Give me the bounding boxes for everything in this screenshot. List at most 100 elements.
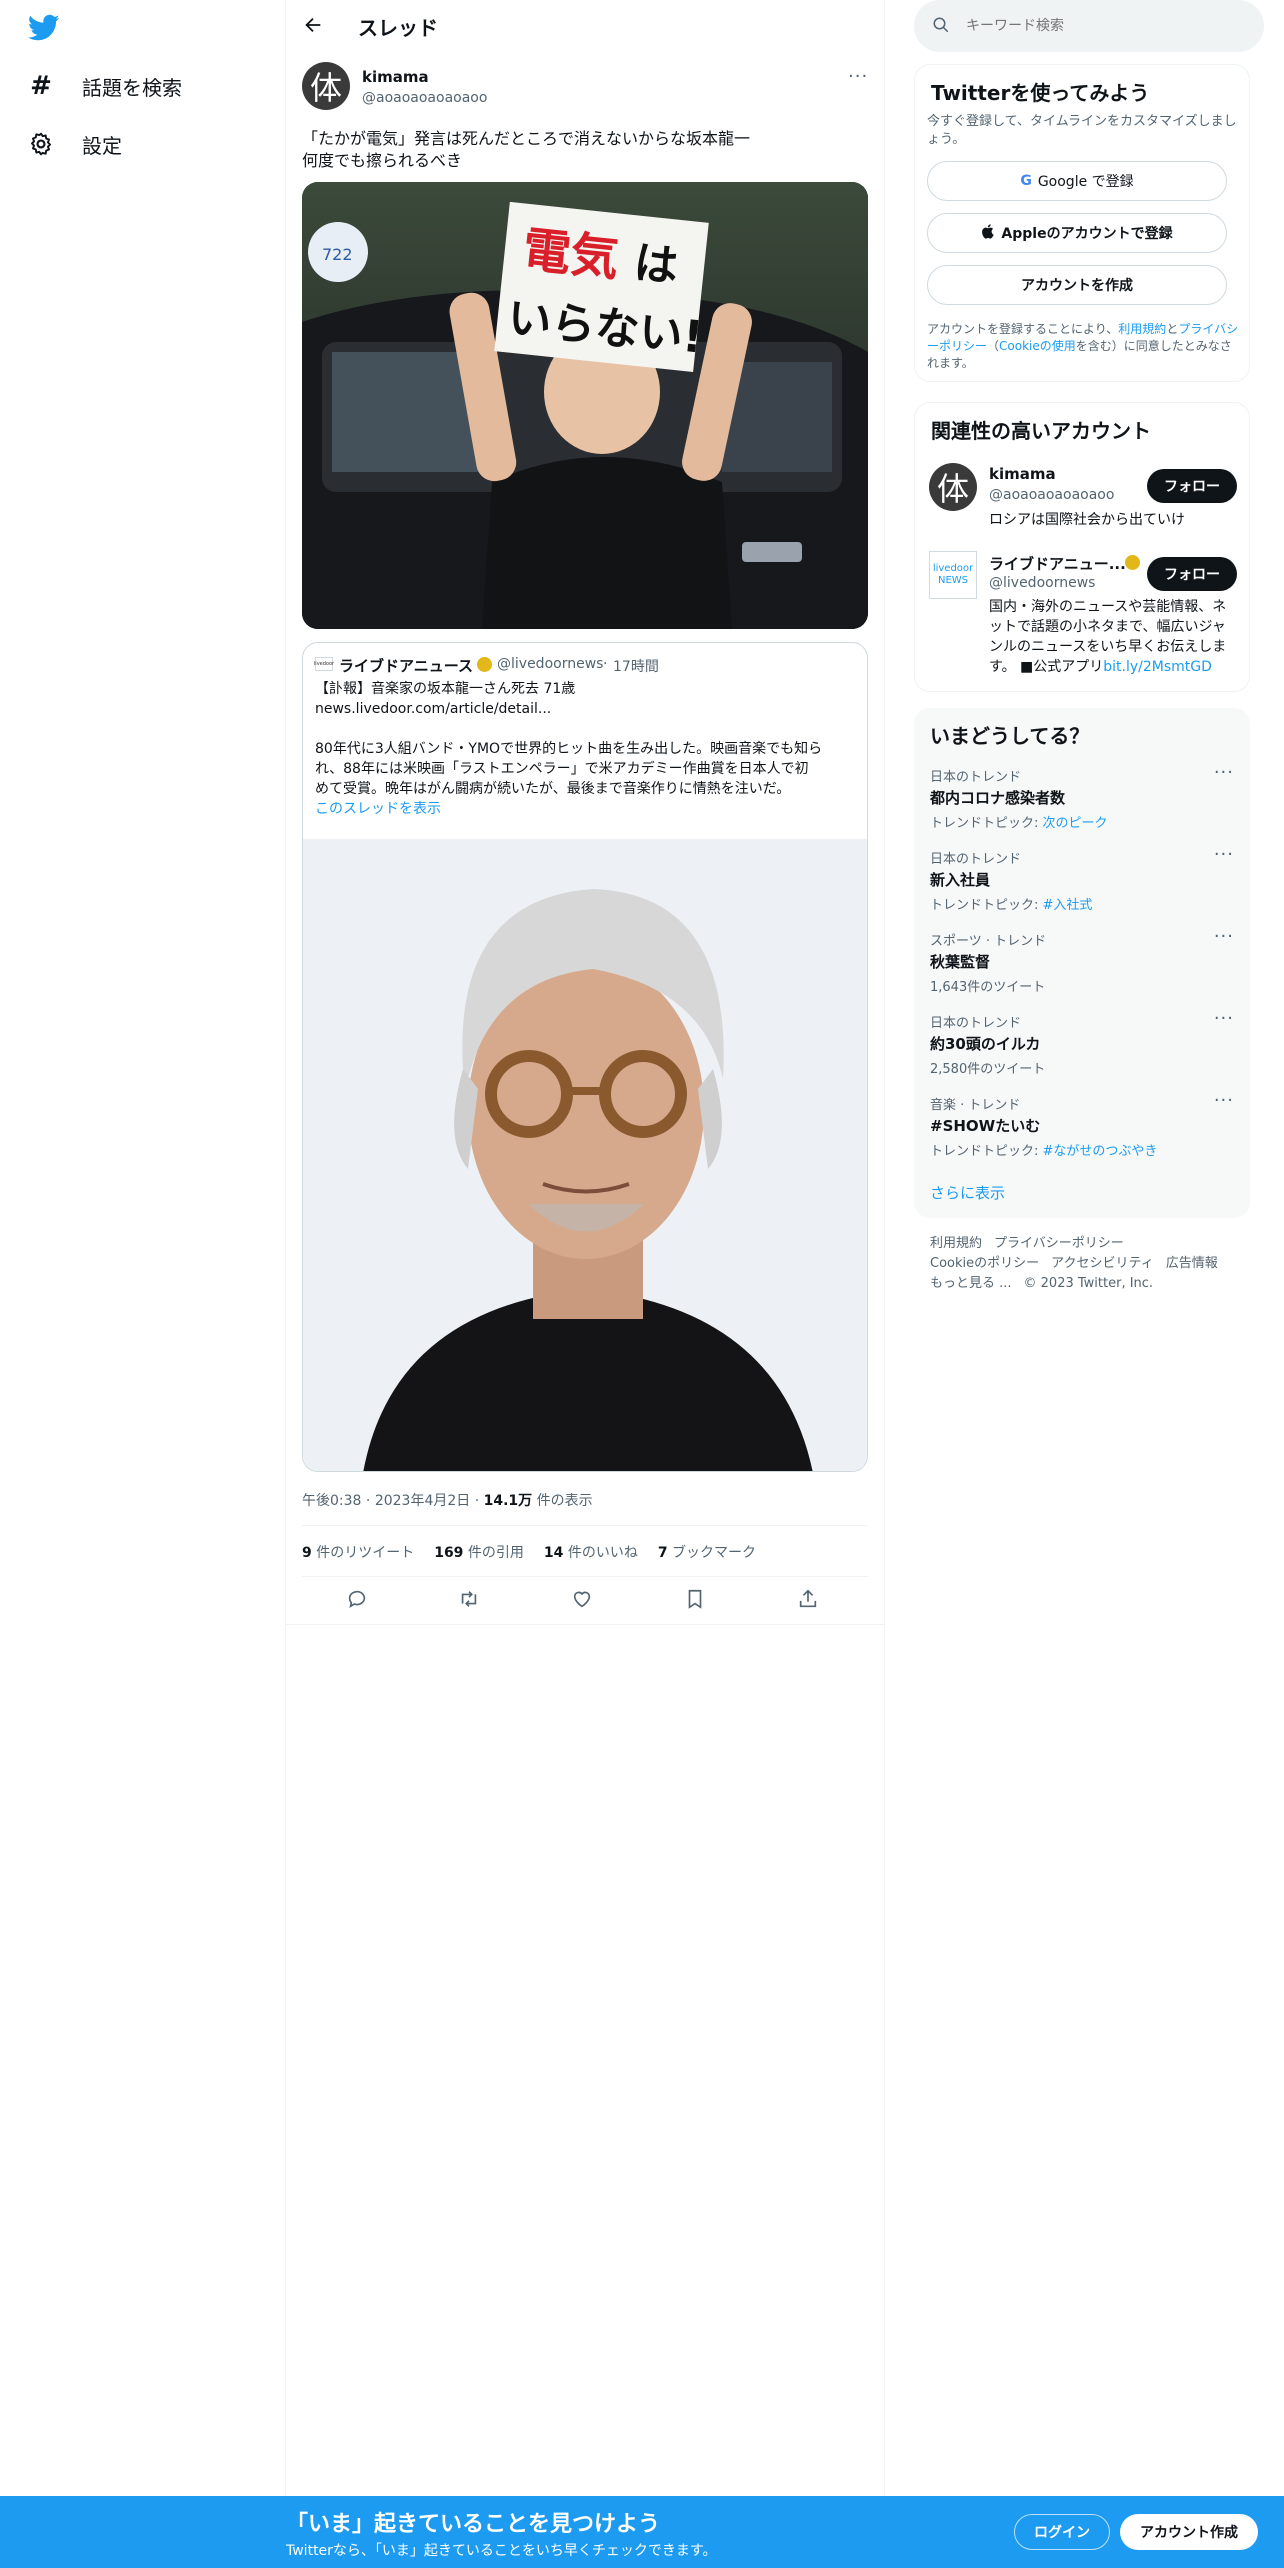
like-icon[interactable] <box>571 1588 595 1612</box>
quote-text-line: れ、88年には米映画「ラストエンペラー」で米アカデミー作曲賞を日本人で初 <box>315 761 809 777</box>
signup-panel: Twitterを使ってみよう 今すぐ登録して、タイムラインをカスタマイズしましょ… <box>914 64 1250 382</box>
avatar[interactable]: 体 <box>302 62 350 110</box>
more-dots-icon[interactable]: ··· <box>1214 844 1234 865</box>
sidebar-right: Twitterを使ってみよう 今すぐ登録して、タイムラインをカスタマイズしましょ… <box>884 0 1284 2496</box>
more-dots-icon[interactable]: ··· <box>1214 926 1234 947</box>
trend-sub: 1,643件のツイート <box>930 980 1046 995</box>
trend-category: スポーツ · トレンド <box>930 934 1047 949</box>
footer-link[interactable]: 利用規約 <box>930 1236 982 1251</box>
apple-signup-button[interactable]: Appleのアカウントで登録 <box>927 213 1227 253</box>
legal-text: （ <box>987 339 1000 353</box>
retweet-stat[interactable]: 9 件のリツイート <box>302 1542 414 1562</box>
twitter-bird-icon[interactable] <box>27 14 60 42</box>
tweet-time[interactable]: 午後0:38 <box>302 1493 361 1509</box>
more-dots-icon[interactable]: ··· <box>1214 1008 1234 1029</box>
bookmark-stat[interactable]: 7 ブックマーク <box>658 1542 756 1562</box>
trend-item[interactable]: スポーツ · トレンド 秋葉監督 1,643件のツイート ··· <box>930 926 1234 995</box>
retweet-icon[interactable] <box>458 1588 482 1612</box>
search-icon <box>932 16 950 38</box>
login-button[interactable]: ログイン <box>1014 2514 1110 2550</box>
trend-item[interactable]: 音楽 · トレンド #SHOWたいむ トレンドトピック: #ながせのつぶやき ·… <box>930 1090 1234 1159</box>
trend-topic-link[interactable]: 次のピーク <box>1043 816 1108 831</box>
left-nav: # 話題を検索 設定 <box>0 0 286 2496</box>
verified-badge-icon <box>1125 555 1140 570</box>
trend-sub: トレンドトピック: <box>930 898 1043 913</box>
follow-button[interactable]: フォロー <box>1147 557 1237 591</box>
like-stat[interactable]: 14 件のいいね <box>544 1542 638 1562</box>
trend-name: 約30頭のイルカ <box>930 1035 1041 1053</box>
tweet-date[interactable]: 2023年4月2日 <box>375 1493 470 1509</box>
bookmark-icon[interactable] <box>684 1588 708 1612</box>
related-avatar[interactable]: 体 <box>929 463 977 511</box>
quoted-tweet[interactable]: livedoor ライブドアニュース @livedoornews · 17時間 … <box>302 642 868 1472</box>
meta-sep: · <box>365 1493 371 1509</box>
stat-label: 件のいいね <box>567 1545 638 1561</box>
related-name[interactable]: ライブドアニュー... <box>989 553 1126 574</box>
related-accounts-panel: 関連性の高いアカウント 体 kimama @aoaoaoaoaoaoo フォロー… <box>914 402 1250 692</box>
reply-icon[interactable] <box>346 1588 370 1612</box>
signup-subtitle: 今すぐ登録して、タイムラインをカスタマイズしましょう。 <box>927 114 1237 147</box>
stat-label: ブックマーク <box>672 1545 757 1561</box>
copyright: © 2023 Twitter, Inc. <box>1023 1276 1154 1291</box>
trend-topic-link[interactable]: #入社式 <box>1043 898 1093 913</box>
footer-link[interactable]: Cookieのポリシー <box>930 1256 1039 1271</box>
tweet-stats: 9 件のリツイート 169 件の引用 14 件のいいね 7 ブックマーク <box>302 1542 756 1562</box>
show-thread-link[interactable]: このスレッドを表示 <box>315 799 855 819</box>
svg-text:は: は <box>632 237 681 292</box>
footer-more-link[interactable]: もっと見る ... <box>930 1276 1012 1291</box>
create-account-button[interactable]: アカウントを作成 <box>927 265 1227 305</box>
more-dots-icon[interactable]: ··· <box>1214 1090 1234 1111</box>
back-arrow-icon[interactable] <box>302 14 326 38</box>
more-dots-icon[interactable]: ··· <box>1214 762 1234 783</box>
share-icon[interactable] <box>797 1588 821 1612</box>
search-input[interactable] <box>966 14 1246 38</box>
quote-avatar: livedoor <box>314 657 334 671</box>
related-handle[interactable]: @aoaoaoaoaoaoo <box>989 487 1114 503</box>
follow-button[interactable]: フォロー <box>1147 469 1237 503</box>
google-g-icon: G <box>1020 173 1032 189</box>
show-more-link[interactable]: さらに表示 <box>930 1182 1005 1203</box>
quote-time: 17時間 <box>613 659 659 675</box>
footer-link[interactable]: プライバシーポリシー <box>994 1236 1124 1251</box>
bottom-banner: 「いま」起きていることを見つけよう Twitterなら、「いま」起きていることを… <box>0 2496 1284 2568</box>
tweet-image[interactable]: 722 電気 は いらない! <box>302 182 868 629</box>
legal-text: アカウントを登録することにより、 <box>927 322 1119 336</box>
footer-link[interactable]: アクセシビリティ <box>1051 1256 1154 1271</box>
nav-item-explore[interactable]: # 話題を検索 <box>28 66 182 106</box>
quote-text-line: めて受賞。晩年はがん闘病が続いたが、最後まで音楽作りに情熱を注いだ。 <box>315 781 791 797</box>
more-dots-icon[interactable]: ··· <box>848 66 868 87</box>
create-account-label: アカウントを作成 <box>1021 278 1133 294</box>
trend-topic-link[interactable]: #ながせのつぶやき <box>1043 1144 1158 1159</box>
apple-signup-label: Appleのアカウントで登録 <box>1001 226 1173 242</box>
bio-link[interactable]: bit.ly/2MsmtGD <box>1103 659 1212 675</box>
trend-category: 日本のトレンド <box>930 1016 1022 1031</box>
trend-item[interactable]: 日本のトレンド 約30頭のイルカ 2,580件のツイート ··· <box>930 1008 1234 1077</box>
trend-item[interactable]: 日本のトレンド 新入社員 トレンドトピック: #入社式 ··· <box>930 844 1234 913</box>
trends-title: いまどうしてる？ <box>930 724 1090 748</box>
search-box[interactable] <box>914 0 1264 52</box>
cookie-link[interactable]: Cookieの使用 <box>999 339 1076 353</box>
trend-category: 日本のトレンド <box>930 770 1022 785</box>
trend-item[interactable]: 日本のトレンド 都内コロナ感染者数 トレンドトピック: 次のピーク ··· <box>930 762 1234 831</box>
quote-stat[interactable]: 169 件の引用 <box>434 1542 524 1562</box>
author-handle[interactable]: @aoaoaoaoaoaoo <box>362 90 487 106</box>
tweet-text-line: 「たかが電気」発言は死んだところで消えないからな坂本龍一 <box>302 129 751 148</box>
related-bio: ロシアは国際社会から出ていけ <box>989 512 1185 528</box>
trend-category: 音楽 · トレンド <box>930 1098 1021 1113</box>
trend-name: 新入社員 <box>930 871 991 889</box>
related-name[interactable]: kimama <box>989 465 1056 483</box>
gear-icon <box>28 131 54 157</box>
banner-subtitle: Twitterなら、「いま」起きていることをいち早くチェックできます。 <box>286 2543 717 2559</box>
google-signup-button[interactable]: G Google で登録 <box>927 161 1227 201</box>
quote-image[interactable] <box>303 839 867 1471</box>
stat-num: 14 <box>543 1545 564 1561</box>
signup-button[interactable]: アカウント作成 <box>1120 2514 1258 2550</box>
related-avatar[interactable]: livedoor NEWS <box>929 551 977 599</box>
stat-num: 169 <box>434 1545 464 1561</box>
divider <box>302 1576 868 1577</box>
footer-link[interactable]: 広告情報 <box>1166 1256 1218 1271</box>
terms-link[interactable]: 利用規約 <box>1118 322 1166 336</box>
related-handle[interactable]: @livedoornews <box>989 575 1095 591</box>
nav-item-settings[interactable]: 設定 <box>28 124 122 164</box>
author-name[interactable]: kimama <box>362 68 429 86</box>
